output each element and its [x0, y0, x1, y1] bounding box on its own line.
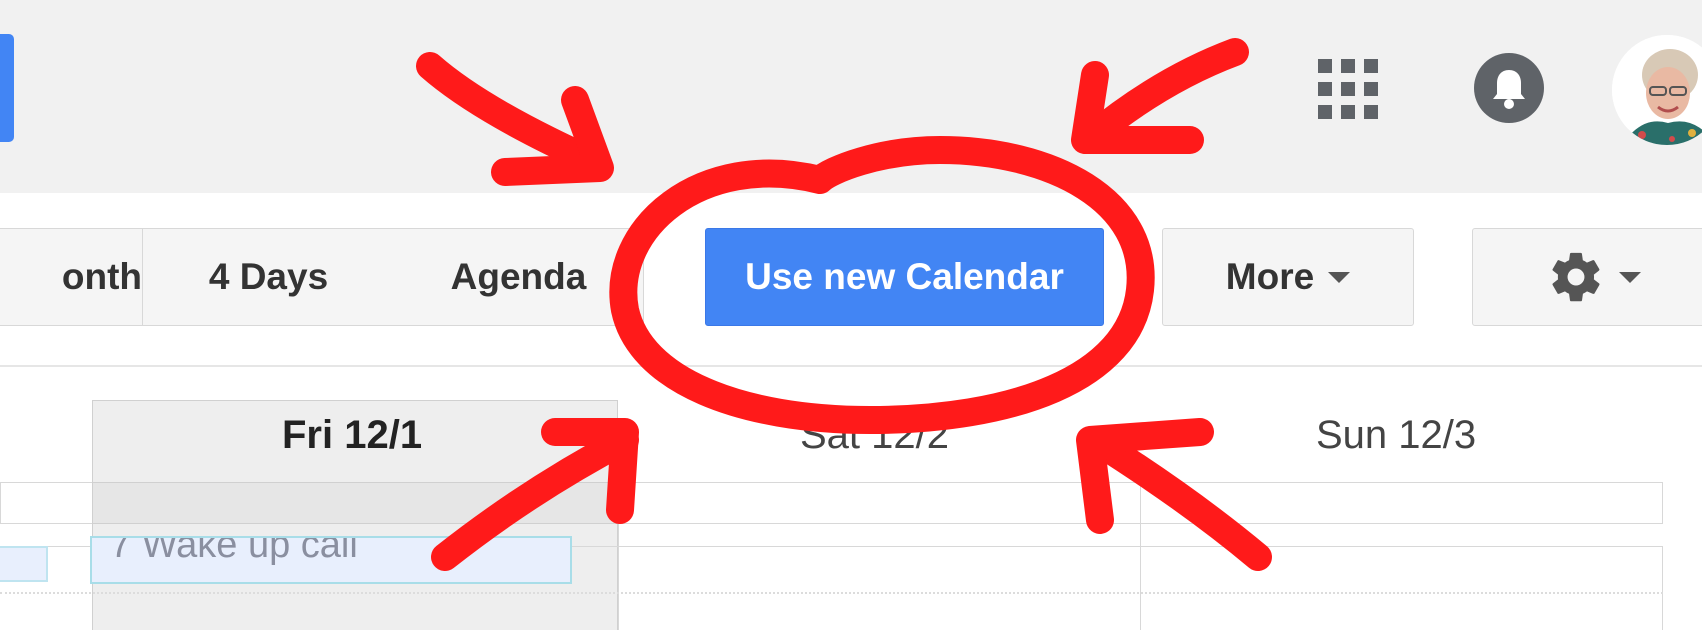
use-new-calendar-button[interactable]: Use new Calendar [705, 228, 1104, 326]
four-days-view-button[interactable]: 4 Days [143, 228, 395, 326]
grid-right-border [1662, 546, 1663, 630]
event-label: 7 Wake up call [110, 536, 358, 566]
column-separator [1140, 482, 1141, 630]
month-view-button[interactable]: onth [0, 228, 143, 326]
caret-down-icon [1328, 271, 1351, 283]
day-header-sun[interactable]: Sun 12/3 [1316, 413, 1476, 458]
month-view-label: onth [61, 256, 142, 297]
agenda-view-label: Agenda [450, 256, 587, 297]
settings-button[interactable] [1472, 228, 1702, 326]
apps-grid-icon[interactable] [1318, 59, 1378, 119]
column-separator [618, 482, 619, 630]
four-days-view-label: 4 Days [208, 256, 329, 297]
day-header-fri[interactable]: Fri 12/1 [282, 413, 422, 458]
event-block-thu[interactable] [0, 546, 48, 582]
event-wake-up-call[interactable]: 7 Wake up call [90, 536, 572, 584]
use-new-calendar-label: Use new Calendar [745, 256, 1064, 297]
top-bar [0, 0, 1702, 193]
more-button[interactable]: More [1162, 228, 1414, 326]
day-header-sat[interactable]: Sat 12/2 [800, 413, 949, 458]
notifications-bell-icon[interactable] [1474, 53, 1544, 123]
settings-gear-icon [1552, 252, 1600, 302]
more-label: More [1225, 256, 1315, 297]
caret-down-icon [1619, 271, 1641, 283]
half-hour-line [0, 592, 1663, 594]
create-button-edge[interactable] [0, 34, 14, 142]
toolbar-divider [0, 365, 1702, 367]
agenda-view-button[interactable]: Agenda [394, 228, 644, 326]
all-day-today-cell[interactable] [92, 482, 618, 524]
